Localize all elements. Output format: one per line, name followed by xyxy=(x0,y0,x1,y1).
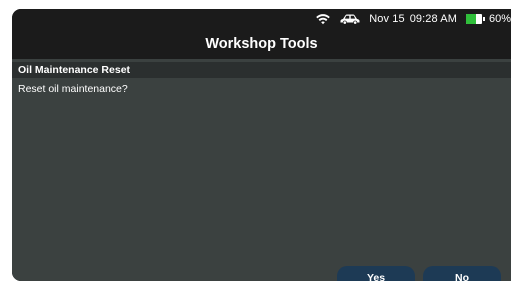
page-title: Workshop Tools xyxy=(12,29,511,59)
yes-button[interactable]: Yes xyxy=(337,266,415,281)
battery-percent: 60% xyxy=(488,13,511,25)
dialog-panel: Oil Maintenance Reset Reset oil maintena… xyxy=(12,59,511,281)
wifi-icon xyxy=(316,14,331,25)
section-title: Oil Maintenance Reset xyxy=(12,62,511,78)
status-indicators: Nov 15 09:28 AM 60% xyxy=(316,9,511,29)
dialog-message: Reset oil maintenance? xyxy=(18,83,128,95)
car-icon xyxy=(340,14,360,25)
no-button[interactable]: No xyxy=(423,266,501,281)
status-date: Nov 15 xyxy=(369,13,405,25)
status-bar: Nov 15 09:28 AM 60% xyxy=(12,9,511,29)
battery-level-fill xyxy=(465,14,476,24)
device-screen: Nov 15 09:28 AM 60% Workshop Tools Oil M… xyxy=(12,9,511,281)
battery-icon xyxy=(465,14,485,24)
status-time: 09:28 AM xyxy=(409,13,457,25)
